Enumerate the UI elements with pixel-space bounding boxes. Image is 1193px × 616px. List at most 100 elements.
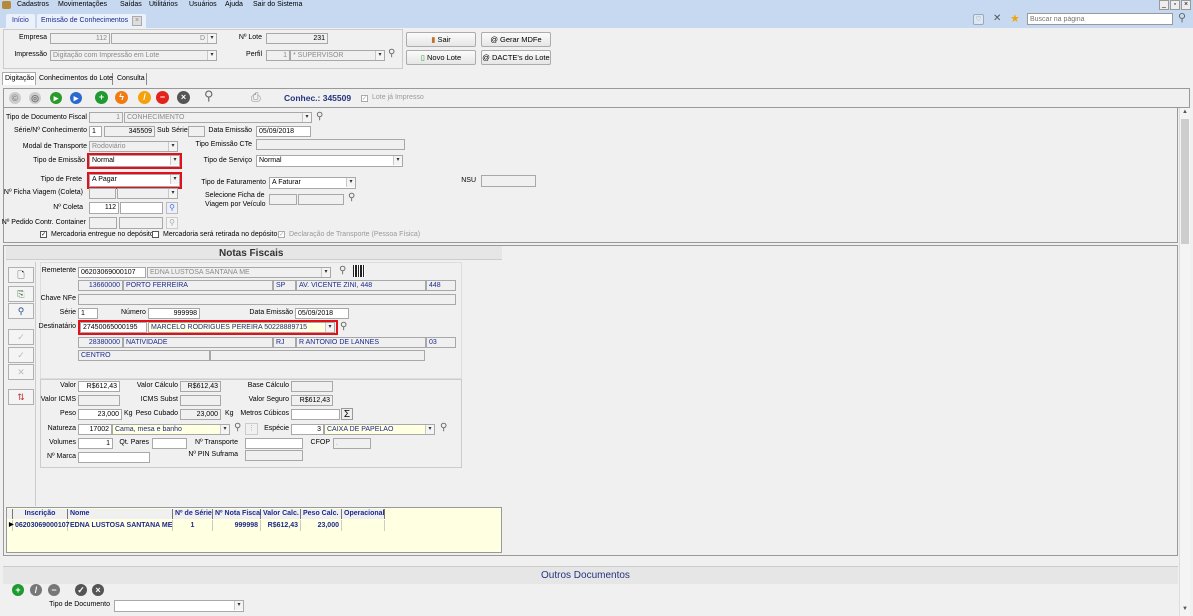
remetente-search-icon[interactable]: ⚲ xyxy=(339,266,346,276)
destinatario-doc-field[interactable]: 27450065000195 xyxy=(80,322,147,333)
coleta-search-button[interactable]: ⚲ xyxy=(166,202,178,214)
cancel-icon[interactable]: × xyxy=(177,91,190,104)
outros-add-icon[interactable]: + xyxy=(12,584,24,596)
nota-numero-field[interactable]: 999998 xyxy=(148,308,200,319)
subtab-consulta[interactable]: Consulta xyxy=(115,73,147,85)
grid-header-operacional[interactable]: Operacional xyxy=(342,509,385,519)
ficha-veiculo-search-icon[interactable]: ⚲ xyxy=(348,193,355,203)
outros-tipo-doc-select[interactable]: ▾ xyxy=(114,600,244,612)
last-record-icon[interactable]: ▸ xyxy=(70,92,82,104)
tipo-doc-search-icon[interactable]: ⚲ xyxy=(316,112,323,122)
entregue-deposito-checkbox[interactable]: ✓ xyxy=(40,231,47,238)
menu-utilitarios[interactable]: Utilitários xyxy=(149,0,178,10)
valor-field[interactable]: R$612,43 xyxy=(78,381,120,392)
volumes-field[interactable]: 1 xyxy=(78,438,113,449)
marca-field[interactable] xyxy=(78,452,150,463)
scroll-down-icon[interactable]: ▼ xyxy=(1182,606,1188,612)
restore-button[interactable]: ▫ xyxy=(1170,0,1180,10)
minimize-button[interactable]: _ xyxy=(1159,0,1169,10)
confirm-all-button[interactable]: ✓ xyxy=(8,347,34,363)
previous-record-icon[interactable]: ◎ xyxy=(29,92,41,104)
data-emissao-field[interactable]: 05/09/2018 xyxy=(256,126,311,137)
outros-cancel-icon[interactable]: × xyxy=(92,584,104,596)
tipo-emissao-select[interactable]: Normal ▾ xyxy=(89,155,180,167)
tab-emissao-conhecimentos[interactable]: Emissão de Conhecimentos × xyxy=(37,14,146,28)
lote-impresso-checkbox[interactable]: ✓ xyxy=(361,95,368,102)
gerar-mdfe-button[interactable]: @ Gerar MDFe xyxy=(481,32,551,47)
nota-data-field[interactable]: 05/09/2018 xyxy=(295,308,349,319)
retirada-deposito-checkbox[interactable] xyxy=(152,231,159,238)
serie-field[interactable]: 1 xyxy=(89,126,102,137)
grid-header-valor[interactable]: Valor Calc. xyxy=(261,509,301,519)
menu-cadastros[interactable]: Cadastros xyxy=(17,0,49,10)
grid-cell-serie[interactable]: 1 xyxy=(173,520,213,531)
outros-delete-icon[interactable]: − xyxy=(48,584,60,596)
especie-search-icon[interactable]: ⚲ xyxy=(440,423,447,433)
edit-icon[interactable]: / xyxy=(138,91,151,104)
next-record-icon[interactable]: ▸ xyxy=(50,92,62,104)
especie-select[interactable]: CAIXA DE PAPELAO ▾ xyxy=(324,424,435,435)
add-icon[interactable]: + xyxy=(95,91,108,104)
scroll-thumb[interactable] xyxy=(1181,119,1189,244)
lightning-icon[interactable]: ϟ xyxy=(115,91,128,104)
outros-confirm-icon[interactable]: ✓ xyxy=(75,584,87,596)
empresa-select[interactable]: D ▾ xyxy=(111,33,217,44)
sigma-button[interactable]: Σ xyxy=(341,408,353,420)
close-window-button[interactable]: × xyxy=(1181,0,1191,10)
subtab-conhecimentos-lote[interactable]: Conhecimentos do Lote xyxy=(37,73,113,85)
destinatario-select[interactable]: MARCELO RODRIGUES PEREIRA 50228889715 ▾ xyxy=(148,322,335,333)
vertical-scrollbar[interactable]: ▲ ▼ xyxy=(1179,108,1190,616)
grid-cell-nome[interactable]: EDNA LUSTOSA SANTANA ME xyxy=(68,520,173,531)
pedido-search-button[interactable]: ⚲ xyxy=(166,217,178,229)
grid-header-serie[interactable]: Nº de Série xyxy=(173,509,213,519)
grid-cell-valor[interactable]: R$612,43 xyxy=(261,520,301,531)
natureza-code-field[interactable]: 17002 xyxy=(78,424,112,435)
coleta-field[interactable]: 112 xyxy=(89,202,119,214)
destinatario-search-icon[interactable]: ⚲ xyxy=(340,322,347,332)
search-icon[interactable]: ⚲ xyxy=(1178,13,1186,24)
delete-icon[interactable]: − xyxy=(156,91,169,104)
unpin-icon[interactable]: ✕ xyxy=(993,13,1001,24)
natureza-search-icon[interactable]: ⚲ xyxy=(234,423,241,433)
menu-movimentacoes[interactable]: Movimentações xyxy=(58,0,107,10)
menu-ajuda[interactable]: Ajuda xyxy=(225,0,243,10)
tipo-faturamento-select[interactable]: A Faturar ▾ xyxy=(269,177,356,189)
menu-saidas[interactable]: Saídas xyxy=(120,0,142,10)
metros-cubicos-field[interactable] xyxy=(291,409,340,420)
outros-edit-icon[interactable]: / xyxy=(30,584,42,596)
nota-serie-field[interactable]: 1 xyxy=(78,308,98,319)
perfil-select[interactable]: * SUPERVISOR ▾ xyxy=(290,50,385,61)
natureza-select[interactable]: Cama, mesa e banho ▾ xyxy=(112,424,230,435)
barcode-icon[interactable] xyxy=(353,265,365,277)
printer-icon[interactable]: ⎙ xyxy=(251,90,261,105)
tab-inicio[interactable]: Início xyxy=(6,14,35,28)
remetente-select[interactable]: EDNA LUSTOSA SANTANA ME ▾ xyxy=(147,267,331,278)
novo-lote-button[interactable]: ▯ Novo Lote xyxy=(406,50,476,65)
tipo-doc-select[interactable]: CONHECIMENTO ▾ xyxy=(124,112,312,123)
grid-header-nota[interactable]: Nº Nota Fiscal xyxy=(213,509,262,519)
sair-button[interactable]: ▮ Sair xyxy=(406,32,476,47)
first-record-icon[interactable]: © xyxy=(9,92,21,104)
grid-cell-inscricao[interactable]: 06203069000107 xyxy=(13,520,70,531)
subtab-digitacao[interactable]: Digitação xyxy=(2,72,36,85)
transporte-field[interactable] xyxy=(245,438,303,449)
grid-header-inscricao[interactable]: Inscrição xyxy=(13,509,68,519)
favorites-dropdown-icon[interactable]: ♡ xyxy=(973,14,984,25)
grid-cell-peso[interactable]: 23,000 xyxy=(301,520,342,531)
grid-cell-nota[interactable]: 999998 xyxy=(213,520,261,531)
especie-code-field[interactable]: 3 xyxy=(291,424,324,435)
remetente-doc-field[interactable]: 06203069000107 xyxy=(78,267,146,278)
cancel-nota-button[interactable]: ✕ xyxy=(8,364,34,380)
grid-header-nome[interactable]: Nome xyxy=(68,509,173,519)
modal-select[interactable]: Rodoviário ▾ xyxy=(89,141,178,152)
tab-close-icon[interactable]: × xyxy=(132,16,142,26)
grid-cell-operacional[interactable] xyxy=(342,520,385,531)
dactes-button[interactable]: @ DACTE's do Lote xyxy=(481,50,551,65)
menu-usuarios[interactable]: Usuários xyxy=(189,0,217,10)
scroll-up-icon[interactable]: ▲ xyxy=(1182,109,1188,115)
grid-header-peso[interactable]: Peso Calc. xyxy=(301,509,342,519)
page-search-input[interactable] xyxy=(1027,13,1173,25)
ficha-viagem-select[interactable]: ▾ xyxy=(117,188,178,199)
tipo-frete-select[interactable]: A Pagar ▾ xyxy=(89,174,180,187)
menu-sair-sistema[interactable]: Sair do Sistema xyxy=(253,0,302,10)
